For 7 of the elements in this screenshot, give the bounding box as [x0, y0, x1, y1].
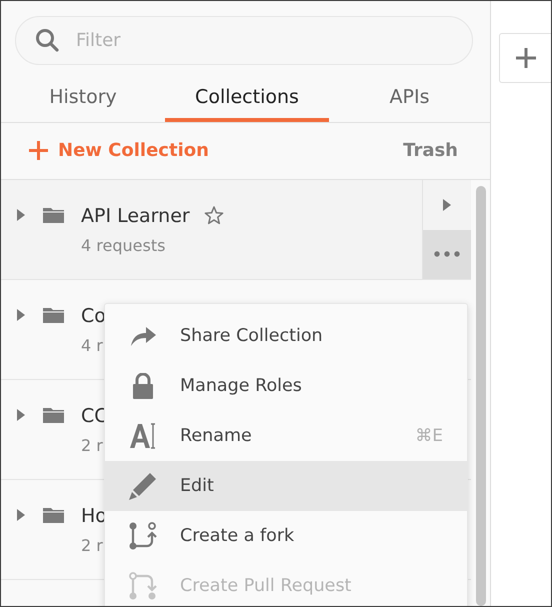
request-count: 2 r: [81, 436, 104, 454]
collection-name: Co: [81, 304, 106, 326]
shortcut-hint: ⌘E: [415, 426, 443, 446]
request-count: 4 r: [81, 336, 104, 354]
request-count: 2 r: [81, 536, 104, 554]
request-count: 4 requests: [81, 236, 166, 254]
collection-name: API Learner: [81, 204, 190, 226]
